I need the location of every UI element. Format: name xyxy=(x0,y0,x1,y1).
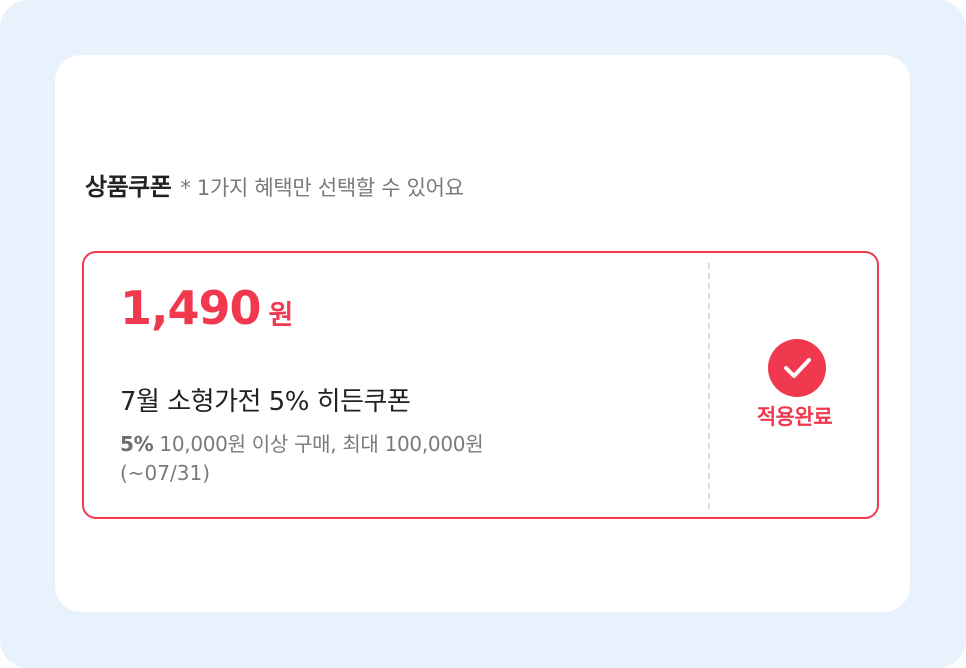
check-circle-icon xyxy=(768,339,826,397)
coupon-amount: 1,490 원 xyxy=(120,281,293,335)
section-title: 상품쿠폰 xyxy=(85,173,172,201)
coupon-card[interactable]: 1,490 원 7월 소형가전 5% 히든쿠폰 5% 10,000원 이상 구매… xyxy=(82,251,879,519)
coupon-status[interactable]: 적용완료 xyxy=(710,253,879,517)
coupon-panel: 상품쿠폰 * 1가지 혜택만 선택할 수 있어요 1,490 원 7월 소형가전… xyxy=(55,55,910,612)
coupon-name: 7월 소형가전 5% 히든쿠폰 xyxy=(120,387,411,417)
section-note: * 1가지 혜택만 선택할 수 있어요 xyxy=(180,176,464,200)
coupon-period: (~07/31) xyxy=(120,461,210,485)
applied-status-label: 적용완료 xyxy=(756,405,833,429)
coupon-condition: 5% 10,000원 이상 구매, 최대 100,000원 xyxy=(120,428,484,457)
coupon-rate: 5% xyxy=(120,432,154,456)
coupon-info: 1,490 원 7월 소형가전 5% 히든쿠폰 5% 10,000원 이상 구매… xyxy=(84,253,708,517)
page-background: 상품쿠폰 * 1가지 혜택만 선택할 수 있어요 1,490 원 7월 소형가전… xyxy=(0,0,966,668)
coupon-condition-text: 10,000원 이상 구매, 최대 100,000원 xyxy=(153,432,484,456)
section-heading: 상품쿠폰 * 1가지 혜택만 선택할 수 있어요 xyxy=(85,167,464,202)
currency-unit: 원 xyxy=(268,300,294,331)
discount-amount: 1,490 xyxy=(120,281,262,335)
